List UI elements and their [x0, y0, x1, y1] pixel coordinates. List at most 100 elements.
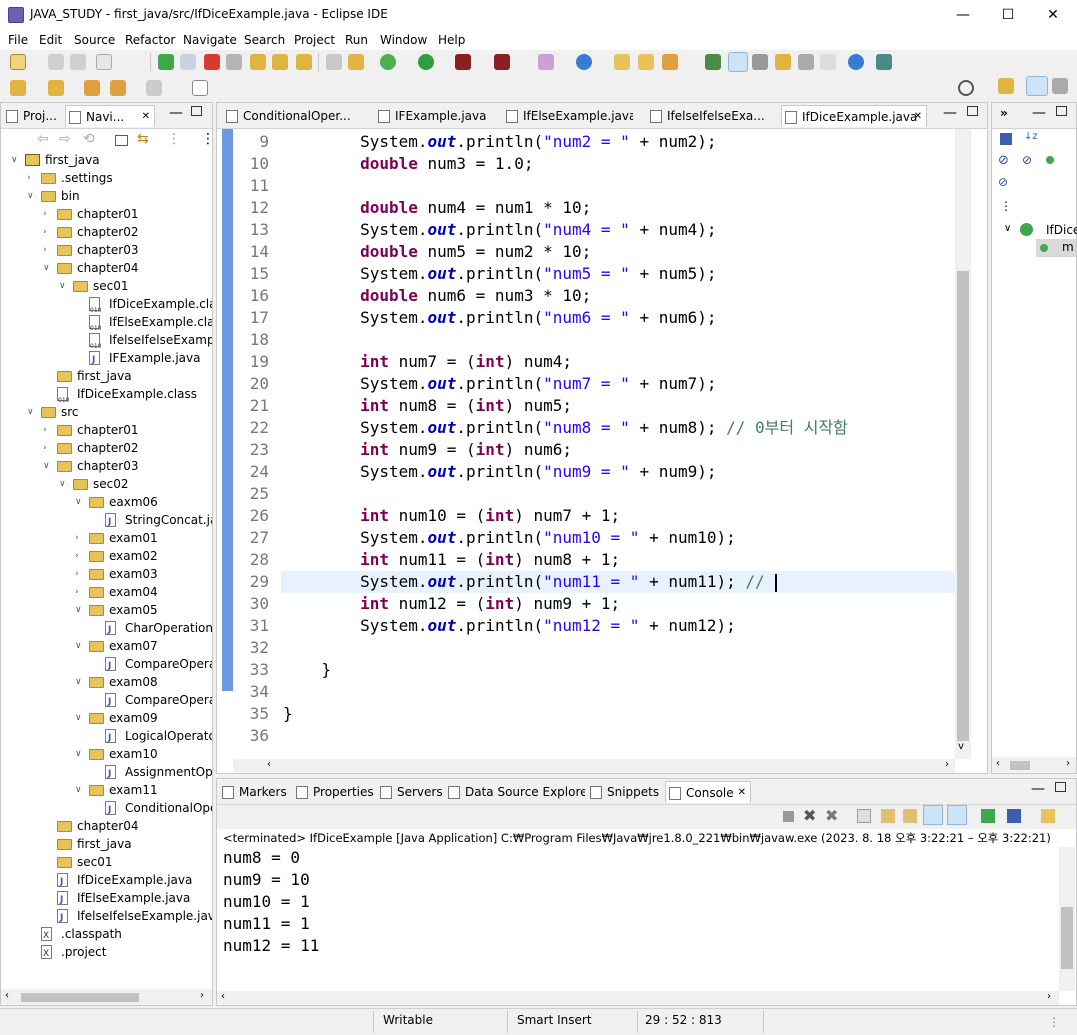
display-console-icon[interactable]	[1007, 809, 1021, 823]
maximize-view-icon[interactable]	[1056, 106, 1067, 116]
scroll-left-icon[interactable]: ‹	[221, 991, 225, 1002]
mark-occurrences-icon[interactable]	[728, 52, 748, 72]
editor-hscrollbar[interactable]: ‹ ›	[233, 759, 955, 773]
tab-servers[interactable]: Servers	[377, 781, 443, 803]
tree-item[interactable]: CompareOperato	[1, 691, 212, 711]
scroll-left-icon[interactable]: ‹	[267, 759, 271, 770]
suspend-icon[interactable]	[180, 54, 196, 70]
collapse-all-icon[interactable]	[1000, 133, 1012, 145]
block-selection-icon[interactable]	[752, 54, 768, 70]
forward-icon[interactable]	[146, 80, 162, 96]
tree-item[interactable]: ∨ eaxm06	[1, 493, 212, 511]
link-editor-icon[interactable]: ⇆	[137, 131, 149, 147]
tree-item[interactable]: IfDiceExample.class	[1, 385, 212, 410]
tree-item[interactable]: IfDiceExample.java	[1, 871, 212, 891]
hide-static-icon[interactable]: ⊘	[1022, 153, 1032, 167]
filters-icon[interactable]: ⋮	[167, 131, 181, 147]
collapsed-icon[interactable]: ›	[43, 421, 53, 439]
heap-status-icon[interactable]: ⋮	[1048, 1015, 1060, 1029]
tab-ifelseifelse[interactable]: IfelseIfelseExa...	[647, 105, 777, 127]
sort-icon[interactable]: ↓z	[1024, 131, 1038, 142]
tree-item[interactable]: › chapter01	[1, 205, 212, 223]
search-icon[interactable]	[958, 80, 974, 96]
tree-item[interactable]: first_java	[1, 367, 212, 385]
menu-help[interactable]: Help	[438, 33, 465, 47]
tab-project-explorer[interactable]: Proj...	[3, 105, 63, 127]
menu-source[interactable]: Source	[74, 33, 115, 47]
view-menu-icon[interactable]: ⋮	[201, 131, 215, 147]
scroll-right-icon[interactable]: ›	[1066, 758, 1070, 769]
back-icon[interactable]: ⇦	[37, 131, 49, 147]
scroll-lock-icon[interactable]	[881, 809, 895, 823]
tree-item[interactable]: › .settings	[1, 169, 212, 187]
outline-hscrollbar[interactable]: ‹ ›	[992, 757, 1076, 773]
maximize-view-icon[interactable]	[191, 106, 202, 116]
menu-window[interactable]: Window	[380, 33, 427, 47]
show-on-stderr-icon[interactable]	[947, 805, 967, 825]
use-step-filters-icon[interactable]	[348, 54, 364, 70]
status-insert-mode[interactable]: Smart Insert	[517, 1013, 592, 1027]
tree-item[interactable]: ∨ exam08	[1, 673, 212, 691]
search-tool-icon[interactable]	[662, 54, 678, 70]
expanded-icon[interactable]: ∨	[59, 475, 69, 493]
tab-snippets[interactable]: Snippets	[587, 781, 663, 803]
collapsed-icon[interactable]: ›	[75, 565, 85, 583]
tree-item[interactable]: ∨ first_java	[1, 151, 212, 169]
tree-item[interactable]: AssignmentOper	[1, 763, 212, 783]
console-output[interactable]: num8 = 0 num9 = 10 num10 = 1 num11 = 1 num12…	[217, 847, 1059, 991]
annotation-icon[interactable]	[705, 54, 721, 70]
next-annotation-icon[interactable]	[775, 54, 791, 70]
scroll-thumb[interactable]	[21, 993, 139, 1002]
close-icon[interactable]: ✕	[142, 106, 150, 127]
console-hscrollbar[interactable]: ‹ ›	[217, 991, 1059, 1005]
word-wrap-icon[interactable]	[903, 809, 917, 823]
scroll-thumb[interactable]	[1010, 761, 1030, 770]
menu-refactor[interactable]: Refactor	[125, 33, 175, 47]
close-button[interactable]: ✕	[1030, 0, 1076, 30]
java-perspective-icon[interactable]	[1026, 76, 1048, 96]
expanded-icon[interactable]: ∨	[75, 781, 85, 799]
menu-search[interactable]: Search	[244, 33, 285, 47]
maximize-view-icon[interactable]	[1055, 782, 1066, 792]
tree-item[interactable]: ∨ sec02	[1, 475, 212, 493]
expanded-icon[interactable]: ∨	[59, 277, 69, 295]
tab-data-source-explorer[interactable]: Data Source Explorer	[445, 781, 585, 803]
tree-item[interactable]: IFExample.java	[1, 349, 212, 369]
minimize-view-icon[interactable]: —	[1031, 781, 1045, 797]
terminate-icon[interactable]	[783, 811, 794, 822]
drop-to-frame-icon[interactable]	[326, 54, 342, 70]
code-area[interactable]: 8// 0.0 <= Math.random() < 1.09 System.o…	[233, 129, 955, 759]
tree-item[interactable]: › exam01	[1, 529, 212, 547]
minimize-view-icon[interactable]: —	[943, 105, 957, 121]
step-over-icon[interactable]	[272, 54, 288, 70]
scroll-right-icon[interactable]: ›	[200, 990, 204, 1001]
collapsed-icon[interactable]: ›	[27, 169, 37, 187]
tab-markers[interactable]: Markers	[219, 781, 291, 803]
tree-item[interactable]: ∨ chapter03	[1, 457, 212, 475]
tree-item[interactable]: .classpath	[1, 925, 212, 945]
scroll-thumb[interactable]	[1061, 907, 1073, 969]
tree-item[interactable]: › chapter03	[1, 241, 212, 259]
tab-conditional-oper[interactable]: ConditionalOper...	[223, 105, 363, 127]
tree-item[interactable]: .project	[1, 943, 212, 963]
collapsed-icon[interactable]: ›	[75, 583, 85, 601]
minimize-view-icon[interactable]: —	[169, 105, 183, 121]
save-icon[interactable]	[48, 54, 64, 70]
save-all-icon[interactable]	[70, 54, 86, 70]
coverage-icon[interactable]	[455, 54, 471, 70]
back-nav-icon[interactable]	[10, 80, 26, 96]
expanded-icon[interactable]: ∨	[43, 259, 53, 277]
tree-item[interactable]: ConditionalOper	[1, 799, 212, 819]
tab-navigator[interactable]: Navi... ✕	[65, 105, 155, 127]
tree-item[interactable]: › exam03	[1, 565, 212, 583]
tree-item[interactable]: ∨ src	[1, 403, 212, 421]
print-icon[interactable]	[96, 54, 112, 70]
clear-console-icon[interactable]	[857, 809, 871, 823]
pin-editor-icon[interactable]	[192, 80, 208, 96]
hide-local-types-icon[interactable]: ⊘	[998, 175, 1008, 189]
menu-project[interactable]: Project	[294, 33, 335, 47]
expand-toggle-icon[interactable]: ∨	[1004, 223, 1011, 234]
step-return-icon[interactable]	[296, 54, 312, 70]
tree-item[interactable]: CharOperationEx	[1, 619, 212, 639]
expanded-icon[interactable]: ∨	[27, 403, 37, 421]
